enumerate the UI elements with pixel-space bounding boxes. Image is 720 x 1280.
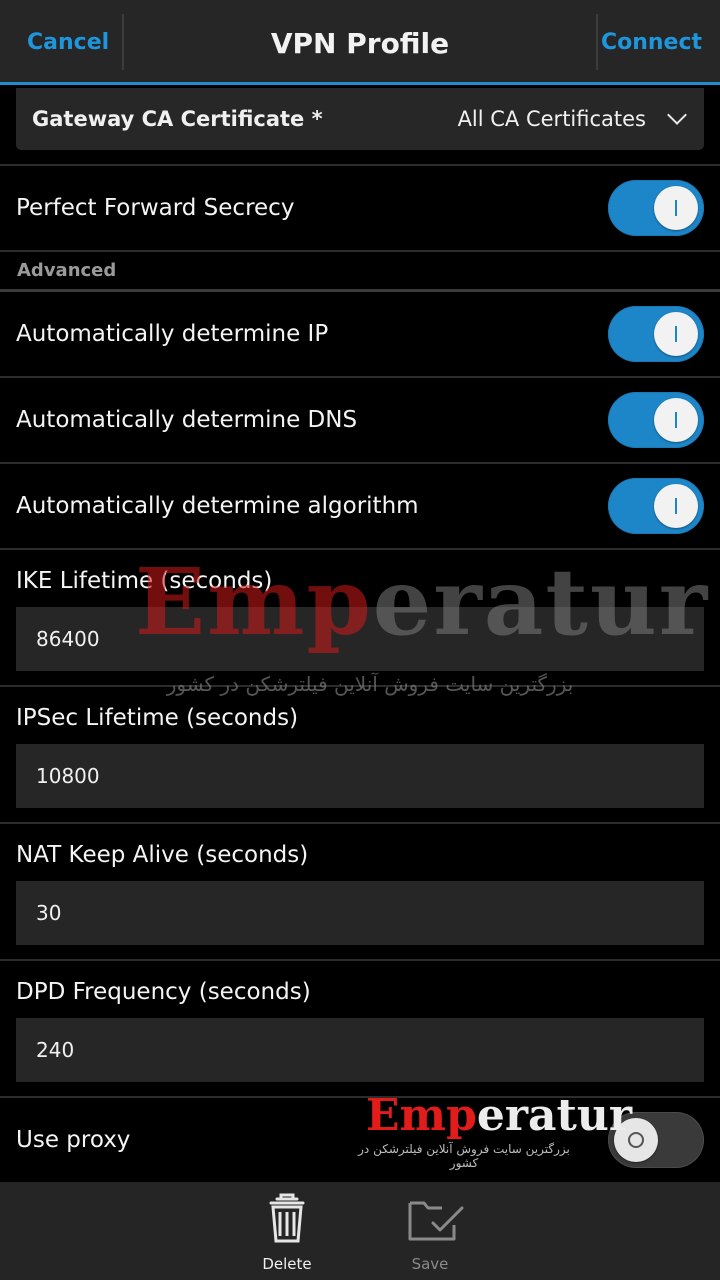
divider xyxy=(0,548,720,550)
toggle-knob xyxy=(654,398,698,442)
gateway-ca-certificate-label: Gateway CA Certificate * xyxy=(32,107,323,131)
divider xyxy=(596,14,598,70)
trash-icon xyxy=(269,1193,305,1243)
auto-dns-label: Automatically determine DNS xyxy=(16,407,358,433)
chevron-down-icon xyxy=(667,105,687,125)
save-label: Save xyxy=(411,1255,449,1273)
delete-label: Delete xyxy=(262,1255,312,1273)
nat-keep-alive-label: NAT Keep Alive (seconds) xyxy=(16,842,309,868)
dpd-frequency-input[interactable] xyxy=(16,1018,704,1082)
divider xyxy=(0,822,720,824)
ike-lifetime-label: IKE Lifetime (seconds) xyxy=(16,568,273,594)
auto-algorithm-label: Automatically determine algorithm xyxy=(16,493,419,519)
action-bar: Delete Save xyxy=(0,1182,720,1280)
gateway-ca-certificate-value: All CA Certificates xyxy=(457,107,646,131)
title-bar: Cancel VPN Profile Connect xyxy=(0,0,720,85)
dpd-frequency-label: DPD Frequency (seconds) xyxy=(16,979,311,1005)
divider xyxy=(0,1096,720,1098)
divider xyxy=(0,250,720,252)
advanced-section-header: Advanced xyxy=(17,260,117,281)
gateway-ca-certificate-dropdown[interactable]: Gateway CA Certificate * All CA Certific… xyxy=(16,88,704,150)
toggle-knob xyxy=(654,484,698,528)
use-proxy-toggle[interactable] xyxy=(608,1112,704,1168)
auto-ip-label: Automatically determine IP xyxy=(16,321,329,347)
connect-button[interactable]: Connect xyxy=(601,0,702,82)
save-folder-icon xyxy=(408,1201,464,1241)
divider xyxy=(0,685,720,687)
watermark-tagline-small: بزرگترین سایت فروش آنلاین فیلترشکن در کش… xyxy=(358,1142,570,1170)
pfs-label: Perfect Forward Secrecy xyxy=(16,195,295,221)
pfs-toggle[interactable] xyxy=(608,180,704,236)
divider xyxy=(0,376,720,378)
nat-keep-alive-input[interactable] xyxy=(16,881,704,945)
ipsec-lifetime-input[interactable] xyxy=(16,744,704,808)
auto-dns-toggle[interactable] xyxy=(608,392,704,448)
section-divider xyxy=(0,289,720,292)
watermark-tagline: بزرگترین سایت فروش آنلاین فیلترشکن در کش… xyxy=(166,672,574,696)
save-button[interactable]: Save xyxy=(375,1182,485,1280)
toggle-knob xyxy=(654,312,698,356)
toggle-knob xyxy=(654,186,698,230)
auto-algorithm-toggle[interactable] xyxy=(608,478,704,534)
ike-lifetime-input[interactable] xyxy=(16,607,704,671)
toggle-knob xyxy=(614,1118,658,1162)
delete-button[interactable]: Delete xyxy=(232,1182,342,1280)
divider xyxy=(0,164,720,166)
ipsec-lifetime-label: IPSec Lifetime (seconds) xyxy=(16,705,299,731)
divider xyxy=(0,462,720,464)
auto-ip-toggle[interactable] xyxy=(608,306,704,362)
use-proxy-label: Use proxy xyxy=(16,1127,131,1153)
divider xyxy=(0,959,720,961)
